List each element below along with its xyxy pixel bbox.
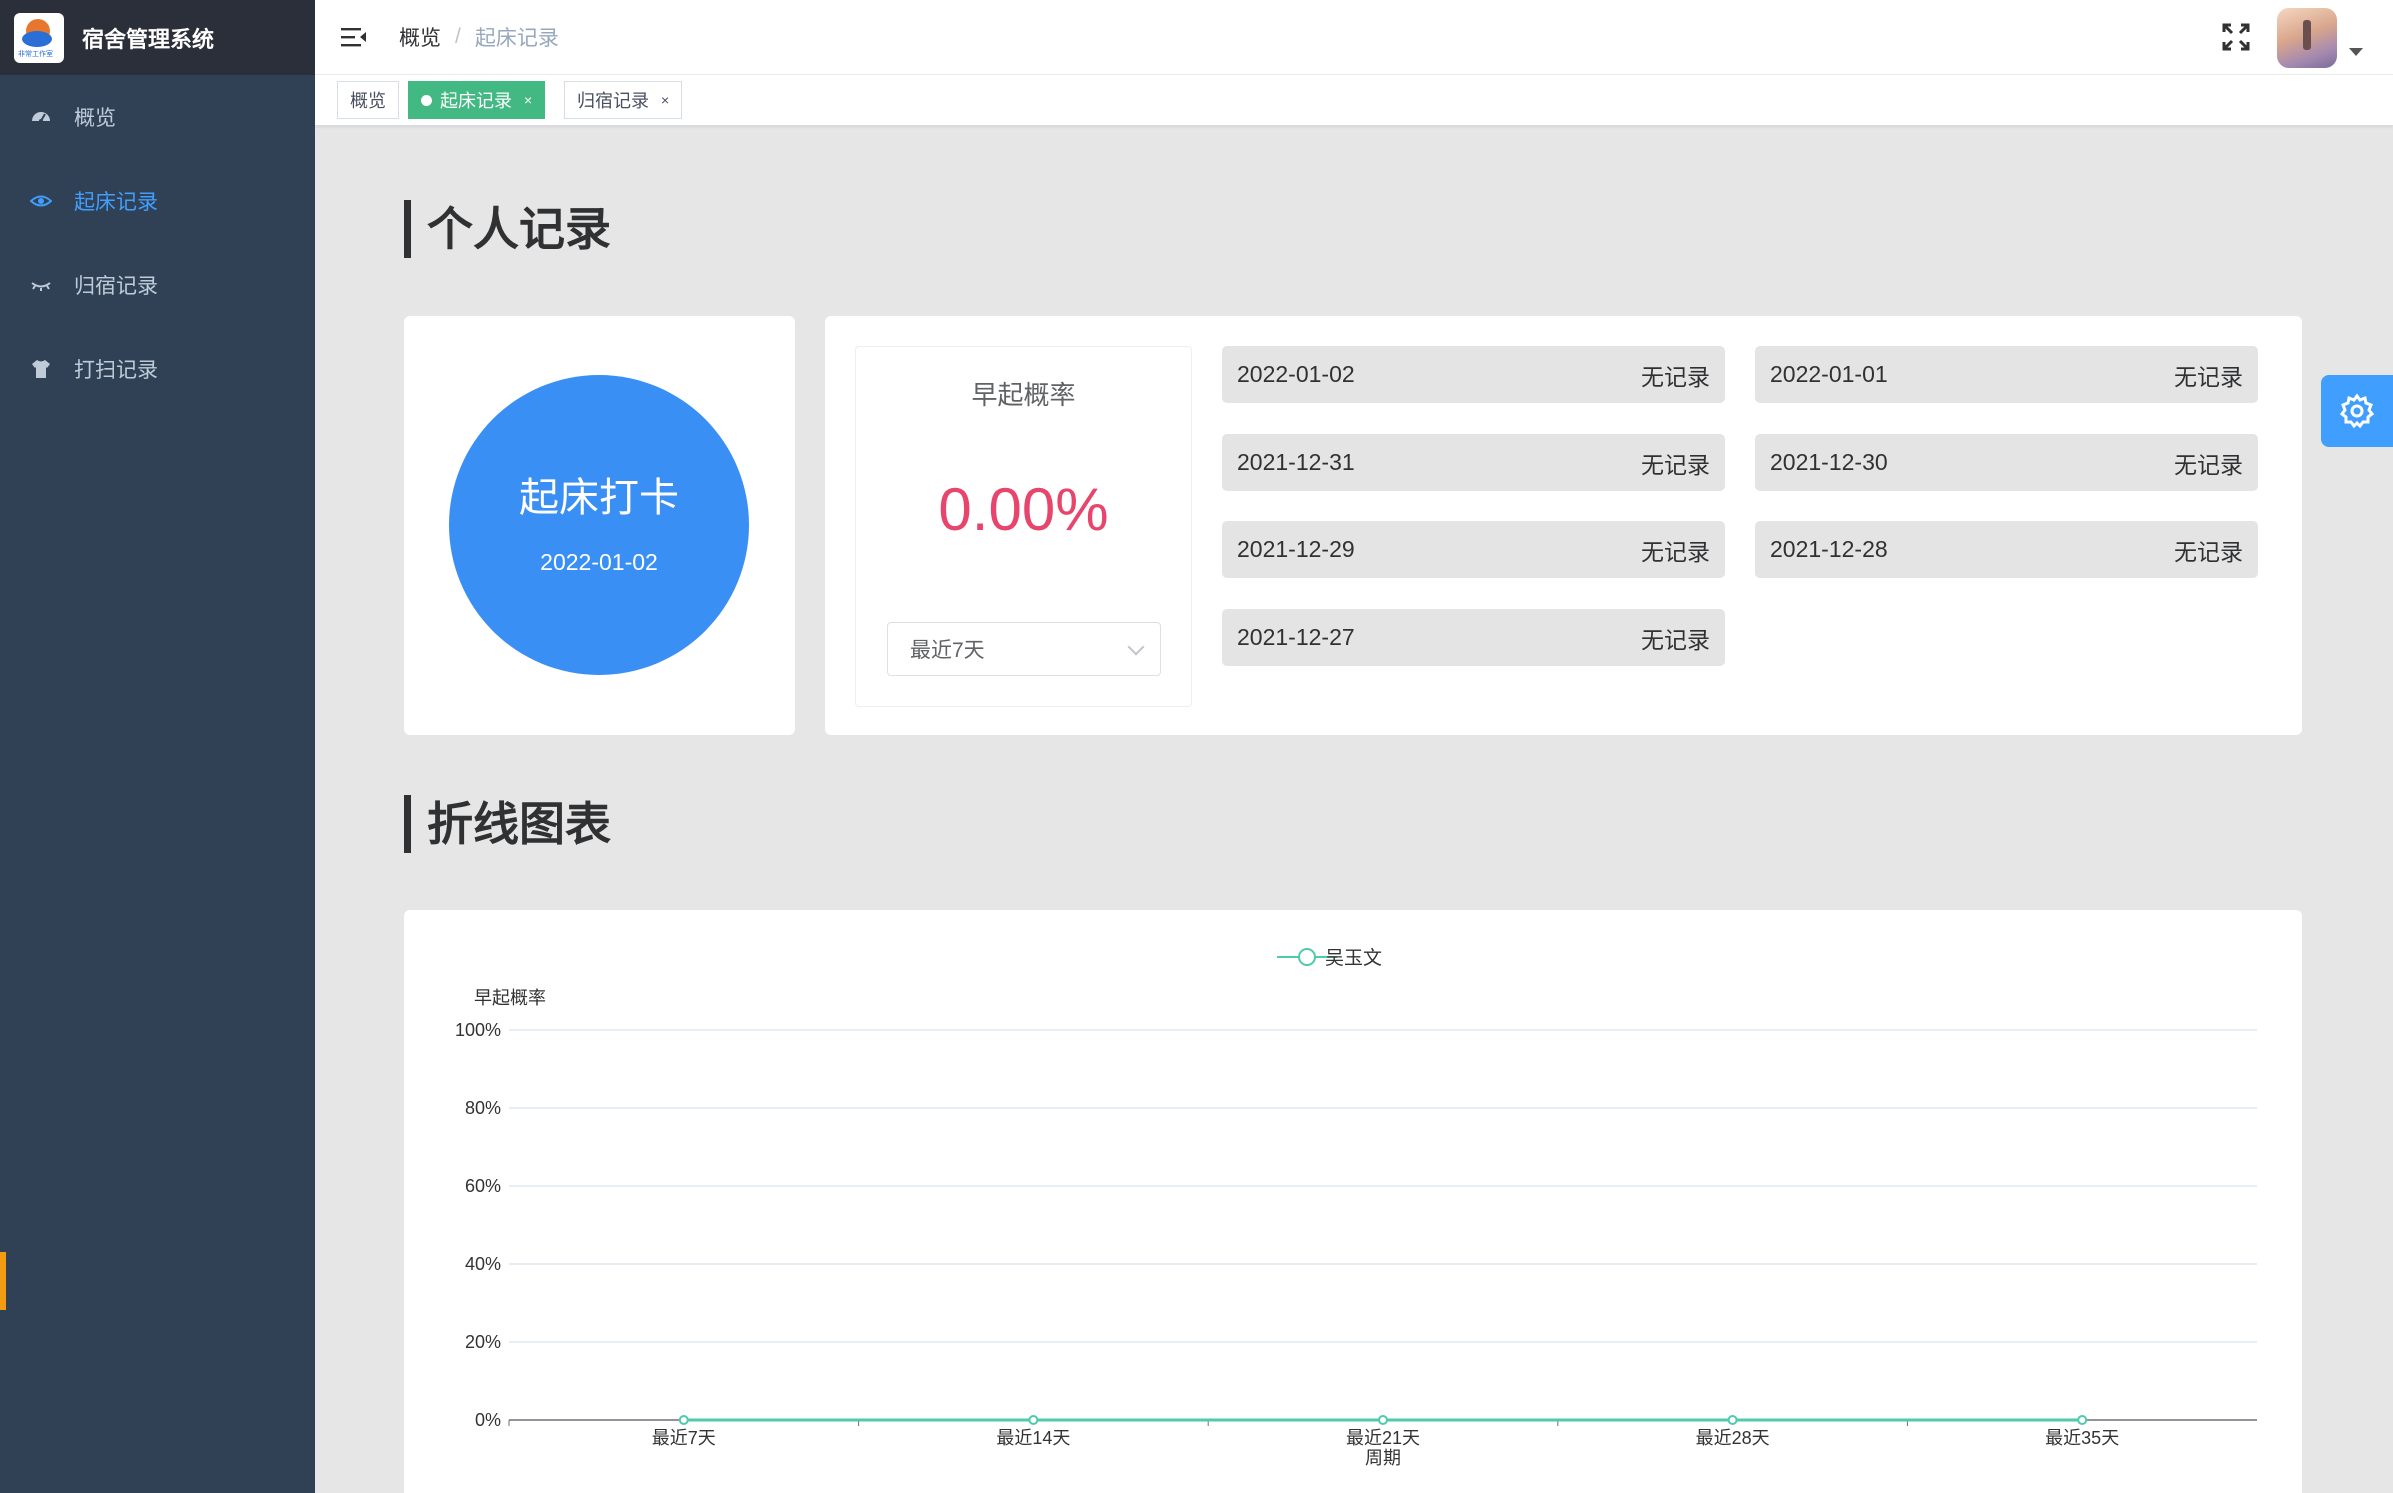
logo-bar: 非常工作室 宿舍管理系统 — [0, 0, 315, 75]
breadcrumb-item-overview[interactable]: 概览 — [399, 22, 441, 52]
x-tick-label: 最近7天 — [652, 1428, 716, 1448]
caret-down-icon[interactable] — [2349, 48, 2363, 56]
record-item: 2021-12-27 无记录 — [1222, 609, 1725, 666]
sidebar-item-label: 起床记录 — [74, 191, 158, 214]
tag-label: 起床记录 — [440, 91, 512, 111]
checkin-date: 2022-01-02 — [540, 548, 658, 575]
app-title: 宿舍管理系统 — [82, 26, 215, 52]
x-tick-label: 最近21天 — [1346, 1428, 1420, 1448]
y-tick-label: 60% — [465, 1176, 501, 1196]
y-tick-label: 80% — [465, 1098, 501, 1118]
section-title-personal: 个人记录 — [404, 200, 611, 258]
sidebar-item-return-records[interactable]: 归宿记录 — [0, 243, 315, 327]
tag-overview[interactable]: 概览 — [337, 81, 399, 119]
close-icon[interactable]: × — [661, 92, 669, 108]
record-item: 2021-12-31 无记录 — [1222, 434, 1725, 491]
record-status: 无记录 — [1641, 626, 1710, 653]
y-tick-label: 40% — [465, 1254, 501, 1274]
x-tick-label: 最近35天 — [2045, 1428, 2119, 1448]
y-tick-label: 100% — [455, 1020, 501, 1040]
record-date: 2021-12-27 — [1237, 624, 1355, 650]
dashboard-icon — [30, 106, 52, 128]
record-date: 2021-12-31 — [1237, 449, 1355, 475]
legend-label: 吴玉文 — [1325, 947, 1382, 969]
scroll-marker — [0, 1252, 6, 1310]
gear-icon — [2339, 393, 2375, 429]
record-item: 2021-12-29 无记录 — [1222, 521, 1725, 578]
section-title-chart: 折线图表 — [404, 795, 611, 853]
data-point — [1378, 1415, 1388, 1425]
checkin-button[interactable]: 起床打卡 2022-01-02 — [449, 375, 749, 675]
record-item: 2021-12-30 无记录 — [1755, 434, 2258, 491]
sidebar: 非常工作室 宿舍管理系统 概览 起床记录 归宿记录 打扫记录 — [0, 0, 315, 1493]
record-date: 2022-01-01 — [1770, 361, 1888, 387]
avatar[interactable] — [2277, 8, 2337, 68]
record-date: 2021-12-28 — [1770, 536, 1888, 562]
eye-icon — [30, 190, 52, 212]
rate-title: 早起概率 — [971, 380, 1076, 410]
record-status: 无记录 — [1641, 451, 1710, 478]
hamburger-icon[interactable] — [341, 25, 369, 49]
y-axis-title: 早起概率 — [474, 988, 546, 1008]
range-select-value: 最近7天 — [910, 639, 985, 662]
checkin-label: 起床打卡 — [519, 475, 679, 520]
settings-button[interactable] — [2321, 375, 2393, 447]
record-date: 2021-12-29 — [1237, 536, 1355, 562]
closed-eye-icon — [30, 274, 52, 296]
tag-label: 归宿记录 — [577, 91, 649, 111]
rate-box: 早起概率 0.00% 最近7天 — [855, 346, 1192, 707]
legend-marker — [1298, 948, 1316, 966]
app-logo: 非常工作室 — [14, 12, 64, 63]
x-axis-title: 周期 — [1365, 1448, 1401, 1468]
record-item: 2022-01-02 无记录 — [1222, 346, 1725, 403]
record-date: 2022-01-02 — [1237, 361, 1355, 387]
sidebar-item-label: 概览 — [74, 107, 116, 130]
shirt-icon — [30, 358, 52, 380]
breadcrumb-item-current: 起床记录 — [474, 27, 559, 50]
fullscreen-icon[interactable] — [2221, 22, 2251, 52]
data-point — [1028, 1415, 1039, 1425]
breadcrumb: 概览 / 起床记录 — [399, 22, 559, 52]
sidebar-item-wakeup-records[interactable]: 起床记录 — [0, 159, 315, 243]
sidebar-item-cleaning-records[interactable]: 打扫记录 — [0, 327, 315, 411]
sidebar-item-label: 归宿记录 — [74, 275, 158, 298]
data-point — [678, 1415, 689, 1425]
sidebar-item-overview[interactable]: 概览 — [0, 75, 315, 159]
record-status: 无记录 — [2174, 363, 2243, 390]
chart-card: 吴玉文早起概率 0% 20% 40% 60% 80% 100% 最近7天 最近14天 最近21天 最… — [404, 910, 2302, 1493]
y-tick-label: 20% — [465, 1332, 501, 1352]
rate-value: 0.00% — [938, 476, 1109, 543]
range-select[interactable]: 最近7天 — [887, 622, 1161, 676]
record-status: 无记录 — [1641, 363, 1710, 390]
x-tick-label: 最近28天 — [1696, 1428, 1770, 1448]
record-status: 无记录 — [1641, 538, 1710, 565]
data-point — [2077, 1415, 2088, 1425]
record-status: 无记录 — [2174, 451, 2243, 478]
checkin-card: 起床打卡 2022-01-02 — [404, 316, 795, 735]
record-status: 无记录 — [2174, 538, 2243, 565]
y-tick-label: 0% — [475, 1410, 501, 1430]
record-date: 2021-12-30 — [1770, 449, 1888, 475]
active-dot-icon — [421, 94, 432, 106]
line-chart: 吴玉文早起概率 0% 20% 40% 60% 80% 100% 最近7天 最近14天 最近21天 最… — [455, 947, 2257, 1468]
record-item: 2021-12-28 无记录 — [1755, 521, 2258, 578]
top-navbar: 概览 / 起床记录 — [315, 0, 2393, 75]
tag-label: 概览 — [350, 91, 386, 111]
tag-return-records[interactable]: 归宿记录 × — [564, 81, 683, 119]
record-item: 2022-01-01 无记录 — [1755, 346, 2258, 403]
breadcrumb-separator: / — [455, 25, 461, 48]
x-tick-label: 最近14天 — [996, 1428, 1070, 1448]
data-point — [1727, 1415, 1738, 1425]
tags-view: 概览 起床记录 × 归宿记录 × — [315, 75, 2393, 126]
chevron-down-icon — [1127, 638, 1145, 656]
records-card: 早起概率 0.00% 最近7天 2022-01-02 无记录 2022-01-01… — [825, 316, 2302, 735]
close-icon[interactable]: × — [524, 92, 532, 108]
sidebar-item-label: 打扫记录 — [74, 359, 158, 382]
tag-wakeup-records[interactable]: 起床记录 × — [408, 81, 546, 119]
